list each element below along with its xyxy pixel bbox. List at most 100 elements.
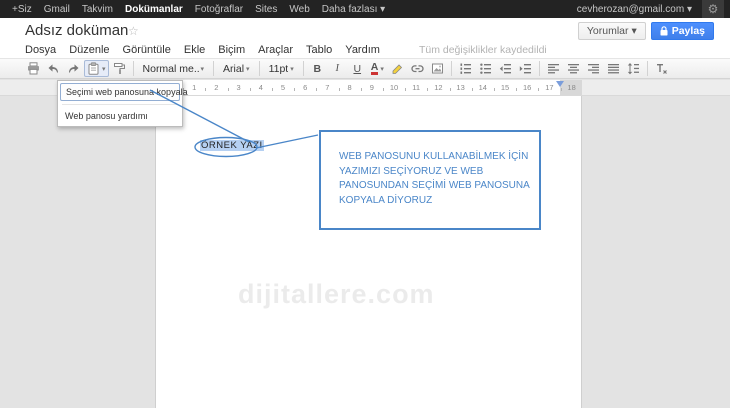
- share-button[interactable]: Paylaş: [651, 22, 714, 40]
- topbar-link-sites[interactable]: Sites: [255, 4, 277, 15]
- highlight-color-button[interactable]: [388, 60, 407, 77]
- align-right-icon: [587, 62, 600, 75]
- print-icon: [27, 62, 40, 75]
- topbar-link-web[interactable]: Web: [289, 4, 309, 15]
- ruler-number: 8: [348, 83, 352, 92]
- ruler-number: 1: [192, 83, 196, 92]
- text-color-button[interactable]: A ▾: [368, 60, 387, 77]
- web-clipboard-button[interactable]: ▾: [84, 60, 109, 77]
- paint-format-button[interactable]: [110, 60, 129, 77]
- undo-button[interactable]: [44, 60, 63, 77]
- redo-icon: [67, 62, 80, 75]
- document-area: ÖRNEK YAZI WEB PANOSUNU KULLANABİLMEK İÇ…: [0, 96, 730, 408]
- menu-item-copy-selection-to-web-clipboard[interactable]: Seçimi web panosuna kopyala: [60, 83, 180, 101]
- styles-dropdown[interactable]: Normal me... ▾: [138, 60, 210, 77]
- caret-down-icon: ▾: [290, 65, 294, 73]
- line-spacing-button[interactable]: [624, 60, 643, 77]
- clear-formatting-icon: [655, 62, 668, 75]
- ruler-tick: [228, 88, 229, 91]
- ruler-tick: [205, 88, 206, 91]
- menu-ekle[interactable]: Ekle: [184, 44, 205, 56]
- ruler-tick: [272, 88, 273, 91]
- topbar-link-dokumanlar[interactable]: Dokümanlar: [125, 4, 183, 15]
- align-left-icon: [547, 62, 560, 75]
- ruler-number: 13: [456, 83, 464, 92]
- align-left-button[interactable]: [544, 60, 563, 77]
- caret-down-icon: ▾: [246, 65, 250, 73]
- font-size-dropdown[interactable]: 11pt ▾: [264, 60, 299, 77]
- bold-button[interactable]: B: [308, 60, 327, 77]
- annotation-line: YAZIMIZI SEÇİYORUZ VE WEB: [339, 165, 531, 180]
- share-button-label: Paylaş: [672, 25, 705, 37]
- paint-roller-icon: [113, 62, 126, 75]
- watermark: dijitallere.com: [238, 279, 435, 310]
- ruler-number: 15: [501, 83, 509, 92]
- topbar-link-takvim[interactable]: Takvim: [82, 4, 113, 15]
- underline-button[interactable]: U: [348, 60, 367, 77]
- ruler-number: 4: [259, 83, 263, 92]
- bullet-list-icon: [479, 62, 492, 75]
- ruler-number: 18: [567, 83, 575, 92]
- topbar-link-gmail[interactable]: Gmail: [44, 4, 70, 15]
- star-icon[interactable]: ☆: [128, 24, 139, 38]
- redo-button[interactable]: [64, 60, 83, 77]
- print-button[interactable]: [24, 60, 43, 77]
- topbar-link-plus-siz[interactable]: +Siz: [12, 4, 32, 15]
- ruler-tick: [339, 88, 340, 91]
- ruler-number: 10: [390, 83, 398, 92]
- font-dropdown[interactable]: Arial ▾: [218, 60, 255, 77]
- menu-yardim[interactable]: Yardım: [345, 44, 380, 56]
- right-indent-marker[interactable]: [556, 81, 564, 87]
- align-center-button[interactable]: [564, 60, 583, 77]
- menu-dosya[interactable]: Dosya: [25, 44, 56, 56]
- outdent-button[interactable]: [496, 60, 515, 77]
- outdent-icon: [499, 62, 512, 75]
- clear-formatting-button[interactable]: [652, 60, 671, 77]
- document-page[interactable]: ÖRNEK YAZI WEB PANOSUNU KULLANABİLMEK İÇ…: [155, 96, 582, 408]
- image-icon: [431, 62, 444, 75]
- toolbar-separator: [259, 61, 260, 76]
- lock-icon: [660, 26, 668, 36]
- insert-image-button[interactable]: [428, 60, 447, 77]
- menu-item-web-clipboard-help[interactable]: Web panosu yardımı: [60, 108, 180, 124]
- topbar-link-daha-fazlasi[interactable]: Daha fazlası ▾: [322, 4, 385, 15]
- google-bar: +Siz Gmail Takvim Dokümanlar Fotoğraflar…: [0, 0, 730, 18]
- ruler-tick: [516, 88, 517, 91]
- annotation-text-box[interactable]: WEB PANOSUNU KULLANABİLMEK İÇİN YAZIMIZI…: [319, 130, 541, 230]
- menu-tablo[interactable]: Tablo: [306, 44, 332, 56]
- ruler-number: 17: [545, 83, 553, 92]
- toolbar-separator: [451, 61, 452, 76]
- web-clipboard-menu: Seçimi web panosuna kopyala Web panosu y…: [57, 80, 183, 127]
- topbar-link-fotograflar[interactable]: Fotoğraflar: [195, 4, 243, 15]
- selected-document-text[interactable]: ÖRNEK YAZI: [200, 140, 264, 151]
- insert-link-button[interactable]: [408, 60, 427, 77]
- align-right-button[interactable]: [584, 60, 603, 77]
- toolbar: ▾ Normal me... ▾ Arial ▾ 11pt ▾ B I U A …: [0, 58, 730, 79]
- undo-icon: [47, 62, 60, 75]
- highlighter-icon: [391, 62, 404, 75]
- line-spacing-icon: [627, 62, 640, 75]
- google-docs-app: +Siz Gmail Takvim Dokümanlar Fotoğraflar…: [0, 0, 730, 408]
- comments-button[interactable]: Yorumlar ▾: [578, 22, 646, 40]
- indent-button[interactable]: [516, 60, 535, 77]
- account-menu[interactable]: cevherozan@gmail.com ▾: [577, 4, 692, 15]
- settings-gear-icon[interactable]: ⚙: [702, 0, 724, 18]
- annotation-line: WEB PANOSUNU KULLANABİLMEK İÇİN: [339, 150, 531, 165]
- ruler-tick: [427, 88, 428, 91]
- caret-down-icon: ▾: [380, 65, 384, 73]
- menu-duzenle[interactable]: Düzenle: [69, 44, 109, 56]
- ruler-number: 6: [303, 83, 307, 92]
- font-value: Arial: [223, 63, 244, 75]
- annotation-line: KOPYALA DİYORUZ: [339, 194, 531, 209]
- menu-bicim[interactable]: Biçim: [218, 44, 245, 56]
- menu-araclar[interactable]: Araçlar: [258, 44, 293, 56]
- document-title[interactable]: Adsız doküman: [25, 22, 128, 39]
- italic-button[interactable]: I: [328, 60, 347, 77]
- numbered-list-button[interactable]: [456, 60, 475, 77]
- ruler-tick: [538, 88, 539, 91]
- ruler-tick: [361, 88, 362, 91]
- align-justify-button[interactable]: [604, 60, 623, 77]
- ruler-number: 7: [325, 83, 329, 92]
- bullet-list-button[interactable]: [476, 60, 495, 77]
- menu-goruntule[interactable]: Görüntüle: [123, 44, 171, 56]
